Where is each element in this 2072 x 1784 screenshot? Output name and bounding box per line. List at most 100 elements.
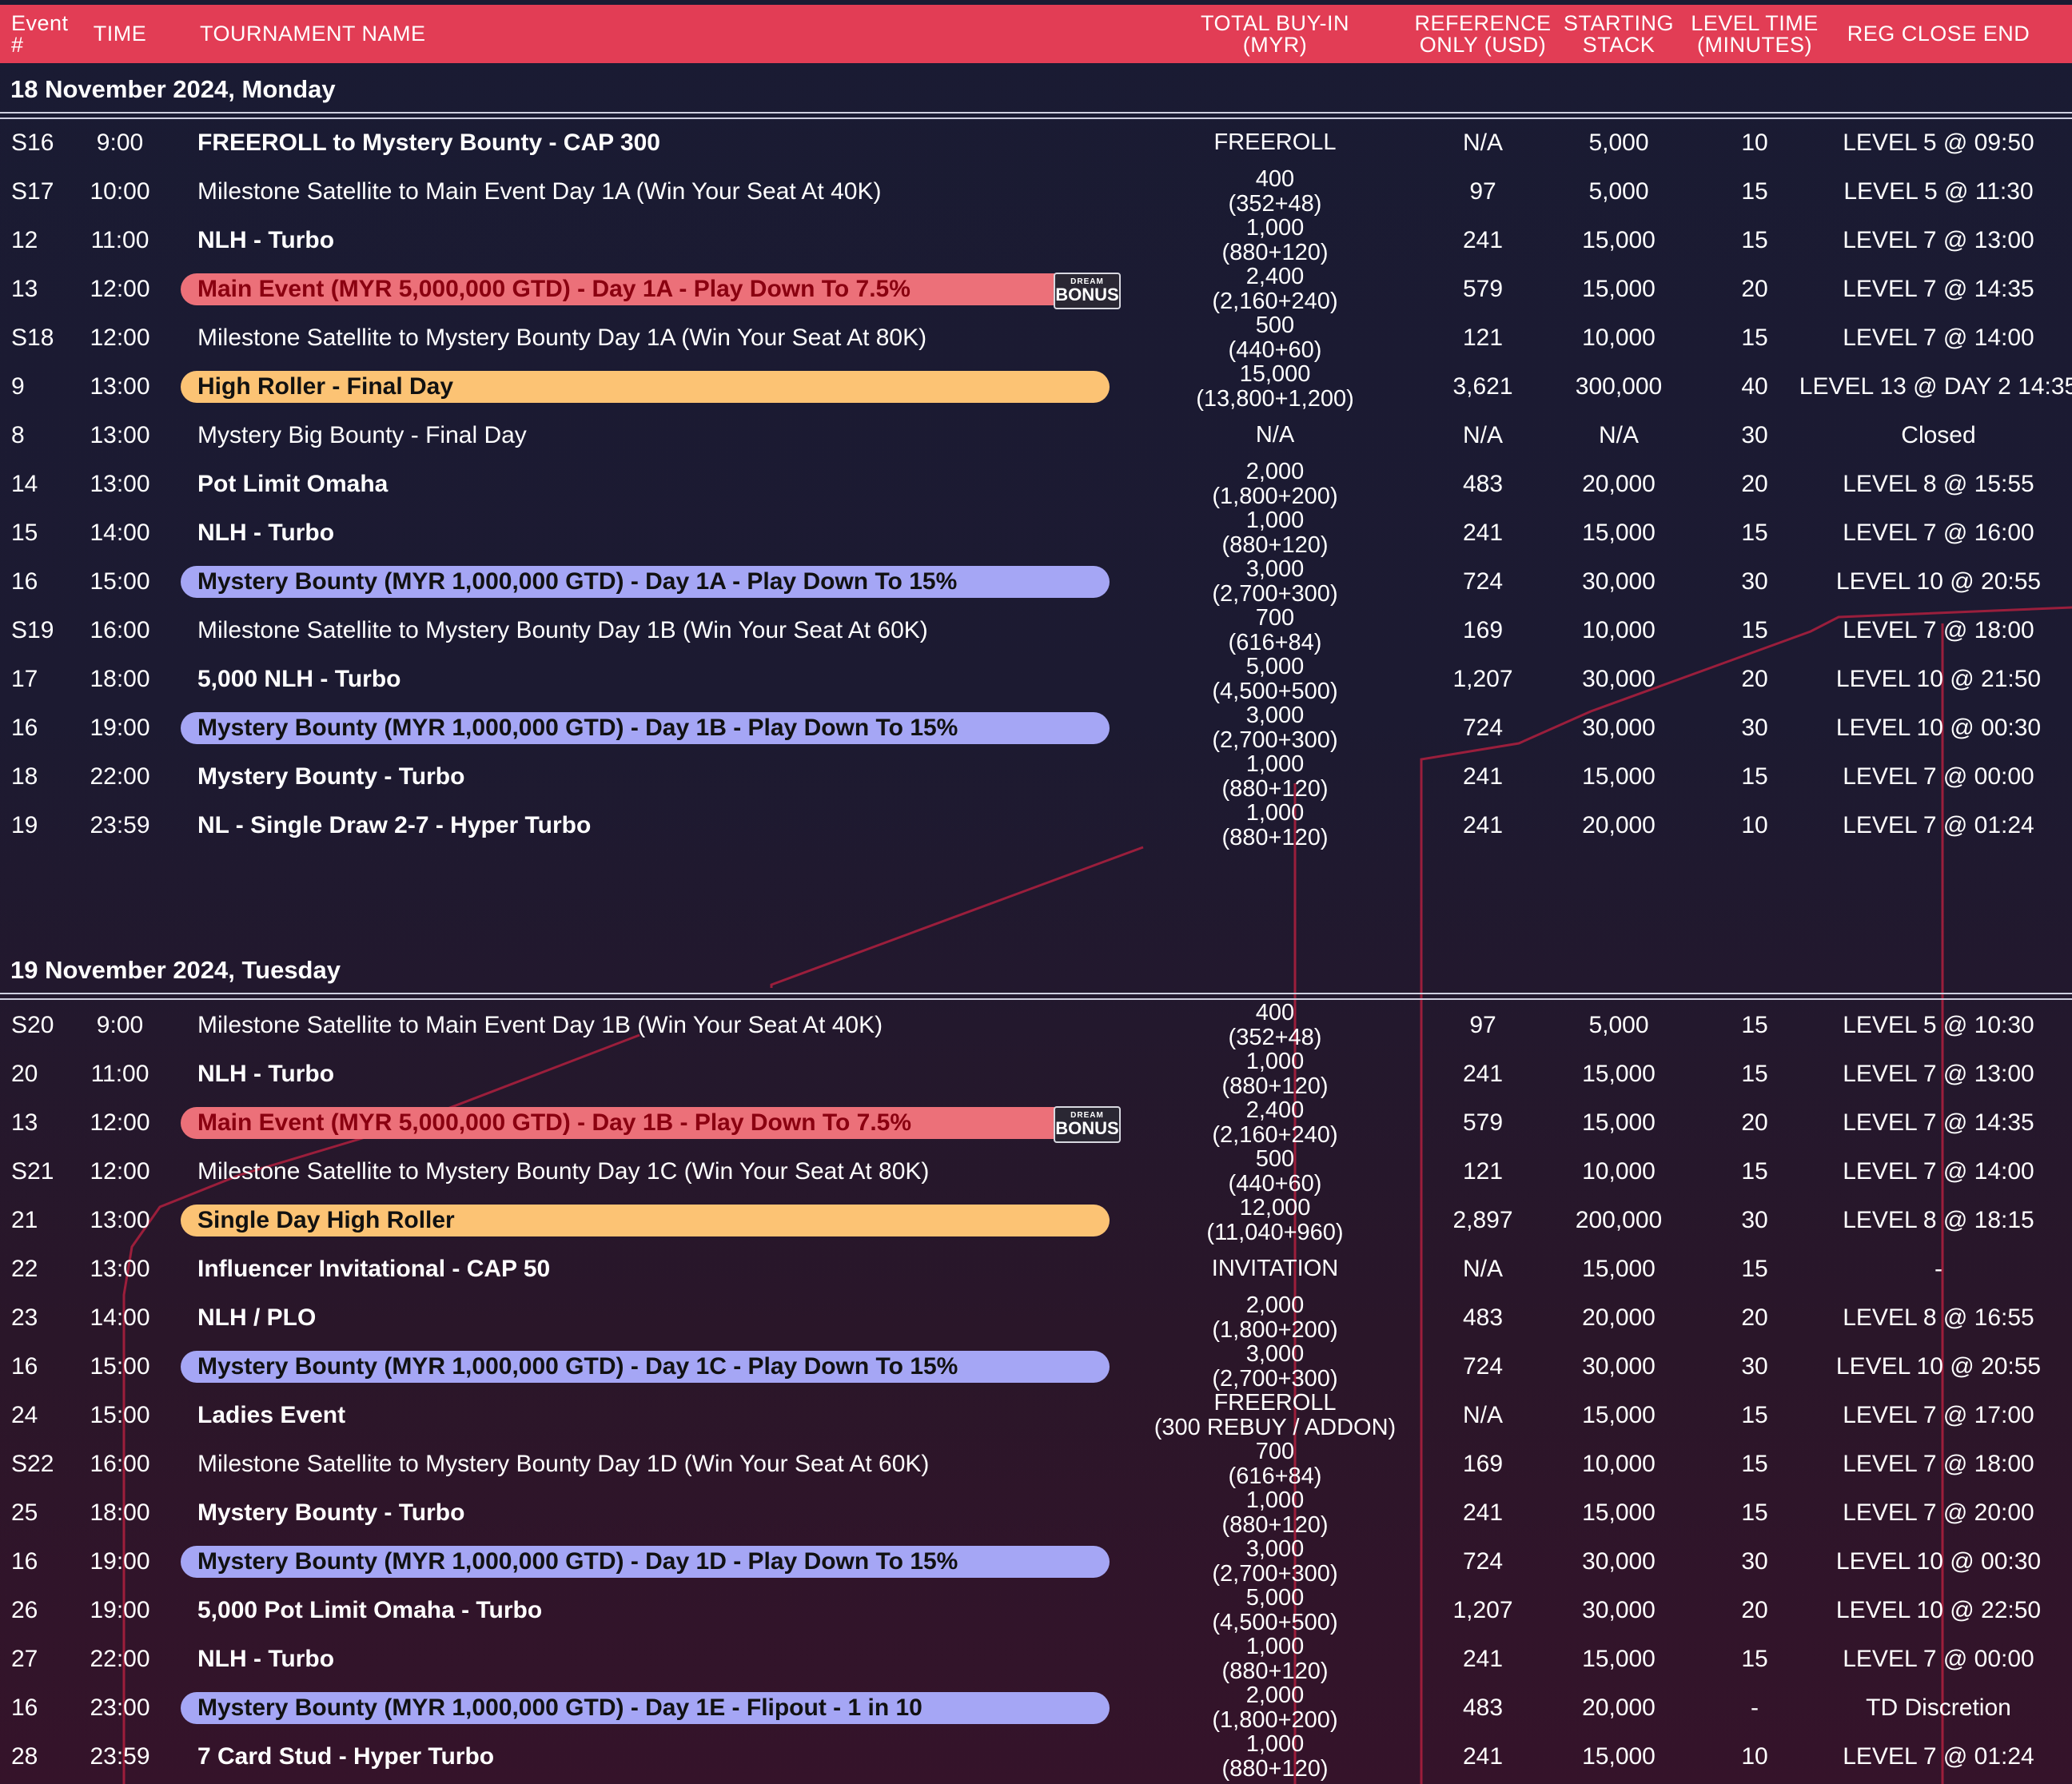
reference-usd: 483 <box>1462 1694 1504 1721</box>
reg-close-end: LEVEL 7 @ 16:00 <box>1843 519 2034 546</box>
table-row[interactable]: 20 11:00 NLH - Turbo 1,000 (880+120) 241 15,00… <box>0 1049 2072 1098</box>
buyin-breakdown: (2,700+300) <box>1212 1365 1338 1392</box>
tournament-name[interactable]: Milestone Satellite to Mystery Bounty Da… <box>197 1440 1117 1488</box>
table-row[interactable]: 18 22:00 Mystery Bounty - Turbo 1,000 (880+1… <box>0 751 2072 801</box>
table-row[interactable]: S17 10:00 Milestone Satellite to Main Even… <box>0 166 2072 216</box>
tournament-name[interactable]: Mystery Bounty - Turbo <box>197 1488 1117 1537</box>
tournament-name[interactable]: NLH - Turbo <box>197 1049 1117 1098</box>
tournament-name[interactable]: NLH - Turbo <box>197 1635 1117 1683</box>
start-time: 15:00 <box>90 1401 150 1428</box>
tournament-name[interactable]: Milestone Satellite to Main Event Day 1A… <box>197 167 1117 216</box>
table-row[interactable]: S20 9:00 Milestone Satellite to Main Event… <box>0 1000 2072 1049</box>
table-row[interactable]: 24 15:00 Ladies Event FREEROLL (300 REBUY / … <box>0 1390 2072 1440</box>
table-row[interactable]: 15 14:00 NLH - Turbo 1,000 (880+120) 241 15,00… <box>0 508 2072 557</box>
table-row[interactable]: 25 18:00 Mystery Bounty - Turbo 1,000 (880+1… <box>0 1487 2072 1538</box>
reference-usd: 483 <box>1462 1304 1504 1331</box>
reg-close-end: LEVEL 7 @ 14:00 <box>1843 1157 2034 1185</box>
table-row[interactable]: 22 13:00 Influencer Invitational - CAP 50 I… <box>0 1244 2072 1293</box>
tournament-name[interactable]: Mystery Big Bounty - Final Day <box>197 411 1117 460</box>
reference-usd: 2,897 <box>1452 1206 1513 1233</box>
event-number: 9 <box>11 372 25 400</box>
tournament-name[interactable]: Single Day High Roller <box>197 1196 1117 1244</box>
table-row[interactable]: 13 12:00 Main Event (MYR 5,000,000 GTD) - … <box>0 1097 2072 1148</box>
reg-close-end: LEVEL 7 @ 13:00 <box>1843 1060 2034 1087</box>
table-row[interactable]: 9 13:00 High Roller - Final Day 15,000 (13,8… <box>0 360 2072 411</box>
buyin-breakdown: (880+120) <box>1221 1511 1329 1538</box>
tournament-name[interactable]: Main Event (MYR 5,000,000 GTD) - Day 1B … <box>197 1098 1117 1147</box>
total-buyin: 1,000 (880+120) <box>1119 1634 1431 1683</box>
starting-stack: 20,000 <box>1582 1694 1656 1721</box>
buyin-breakdown: (2,700+300) <box>1212 580 1338 607</box>
tournament-name[interactable]: Main Event (MYR 5,000,000 GTD) - Day 1A … <box>197 265 1117 313</box>
buyin-amount: 15,000 <box>1239 360 1311 387</box>
tournament-name[interactable]: 7 Card Stud - Hyper Turbo <box>197 1732 1117 1781</box>
start-time: 19:00 <box>90 714 150 741</box>
tournament-name[interactable]: Milestone Satellite to Mystery Bounty Da… <box>197 1147 1117 1196</box>
tournament-name[interactable]: 5,000 NLH - Turbo <box>197 655 1117 703</box>
tournament-name[interactable]: NL - Single Draw 2-7 - Hyper Turbo <box>197 801 1117 850</box>
table-row[interactable]: 26 19:00 5,000 Pot Limit Omaha - Turbo 5,00… <box>0 1585 2072 1635</box>
header-reg-close-end: REG CLOSE END <box>1847 22 2030 46</box>
table-row[interactable]: 23 14:00 NLH / PLO 2,000 (1,800+200) 483 20,00… <box>0 1292 2072 1342</box>
header-tournament-name: TOURNAMENT NAME <box>200 22 426 46</box>
table-row[interactable]: 16 19:00 Mystery Bounty (MYR 1,000,000 GTD… <box>0 1536 2072 1586</box>
reg-close-end: LEVEL 8 @ 15:55 <box>1843 470 2034 497</box>
starting-stack: 10,000 <box>1582 616 1656 643</box>
tournament-name[interactable]: Mystery Bounty (MYR 1,000,000 GTD) - Day… <box>197 557 1117 606</box>
tournament-name[interactable]: FREEROLL to Mystery Bounty - CAP 300 <box>197 118 1117 167</box>
tournament-name[interactable]: Pot Limit Omaha <box>197 460 1117 508</box>
table-row[interactable]: 12 11:00 NLH - Turbo 1,000 (880+120) 241 15,00… <box>0 215 2072 265</box>
table-row[interactable]: S18 12:00 Milestone Satellite to Mystery B… <box>0 313 2072 362</box>
table-row[interactable]: S16 9:00 FREEROLL to Mystery Bounty - CAP … <box>0 118 2072 167</box>
tournament-name[interactable]: Mystery Bounty (MYR 1,000,000 GTD) - Day… <box>197 1683 1117 1732</box>
total-buyin: 2,400 (2,160+240) <box>1119 1097 1431 1148</box>
starting-stack: 30,000 <box>1582 1352 1656 1380</box>
table-row[interactable]: 13 12:00 Main Event (MYR 5,000,000 GTD) - … <box>0 263 2072 313</box>
event-number: 17 <box>11 665 38 692</box>
dream-bonus-badge: DREAM BONUS <box>1054 1106 1121 1143</box>
start-time: 18:00 <box>90 665 150 692</box>
tournament-name[interactable]: Mystery Bounty (MYR 1,000,000 GTD) - Day… <box>197 703 1117 752</box>
buyin-amount: 2,400 <box>1245 263 1305 289</box>
table-row[interactable]: S21 12:00 Milestone Satellite to Mystery B… <box>0 1146 2072 1196</box>
tournament-name[interactable]: Mystery Bounty - Turbo <box>197 752 1117 801</box>
tournament-name[interactable]: NLH / PLO <box>197 1293 1117 1342</box>
start-time: 15:00 <box>90 1352 150 1380</box>
table-row[interactable]: S22 16:00 Milestone Satellite to Mystery B… <box>0 1439 2072 1488</box>
tournament-name[interactable]: High Roller - Final Day <box>197 362 1117 411</box>
tournament-name[interactable]: Milestone Satellite to Mystery Bounty Da… <box>197 606 1117 655</box>
table-row[interactable]: 14 13:00 Pot Limit Omaha 2,000 (1,800+200) 48… <box>0 459 2072 508</box>
tournament-name[interactable]: Milestone Satellite to Main Event Day 1B… <box>197 1001 1117 1049</box>
reg-close-end: LEVEL 10 @ 20:55 <box>1835 567 2042 595</box>
buyin-amount: 5,000 <box>1245 653 1305 679</box>
tournament-name[interactable]: Influencer Invitational - CAP 50 <box>197 1244 1117 1293</box>
event-number: 22 <box>11 1255 38 1282</box>
table-row[interactable]: 19 23:59 NL - Single Draw 2-7 - Hyper Turb… <box>0 800 2072 850</box>
tournament-name[interactable]: NLH - Turbo <box>197 508 1117 557</box>
table-row[interactable]: 28 23:59 7 Card Stud - Hyper Turbo 1,000 (88… <box>0 1730 2072 1781</box>
table-row[interactable]: 16 15:00 Mystery Bounty (MYR 1,000,000 GTD… <box>0 1341 2072 1392</box>
start-time: 10:00 <box>90 177 150 205</box>
date-label: 18 November 2024, Monday <box>10 75 336 103</box>
table-row[interactable]: 21 13:00 Single Day High Roller 12,000 (11,0… <box>0 1195 2072 1244</box>
table-row[interactable]: 16 19:00 Mystery Bounty (MYR 1,000,000 GTD… <box>0 703 2072 752</box>
start-time: 15:00 <box>90 567 150 595</box>
table-row[interactable]: 27 22:00 NLH - Turbo 1,000 (880+120) 241 15,00… <box>0 1634 2072 1683</box>
tournament-name[interactable]: NLH - Turbo <box>197 216 1117 265</box>
table-row[interactable]: 8 13:00 Mystery Big Bounty - Final Day N/A N… <box>0 411 2072 460</box>
table-row[interactable]: S19 16:00 Milestone Satellite to Mystery B… <box>0 605 2072 655</box>
tournament-name[interactable]: 5,000 Pot Limit Omaha - Turbo <box>197 1586 1117 1635</box>
table-row[interactable]: 16 15:00 Mystery Bounty (MYR 1,000,000 GTD… <box>0 556 2072 607</box>
tournament-name[interactable]: Ladies Event <box>197 1391 1117 1440</box>
table-row[interactable]: 16 23:00 Mystery Bounty (MYR 1,000,000 GTD… <box>0 1682 2072 1732</box>
reg-close-end: LEVEL 7 @ 01:24 <box>1843 1742 2034 1770</box>
buyin-amount: 1,000 <box>1245 1730 1305 1757</box>
tournament-name[interactable]: Mystery Bounty (MYR 1,000,000 GTD) - Day… <box>197 1342 1117 1391</box>
starting-stack: 15,000 <box>1582 763 1656 790</box>
starting-stack: 10,000 <box>1582 324 1656 351</box>
buyin-breakdown: (2,160+240) <box>1212 1121 1338 1148</box>
tournament-name[interactable]: Milestone Satellite to Mystery Bounty Da… <box>197 313 1117 362</box>
reg-close-end: LEVEL 8 @ 16:55 <box>1843 1304 2034 1331</box>
tournament-name[interactable]: Mystery Bounty (MYR 1,000,000 GTD) - Day… <box>197 1537 1117 1586</box>
table-row[interactable]: 17 18:00 5,000 NLH - Turbo 5,000 (4,500+500)… <box>0 653 2072 703</box>
